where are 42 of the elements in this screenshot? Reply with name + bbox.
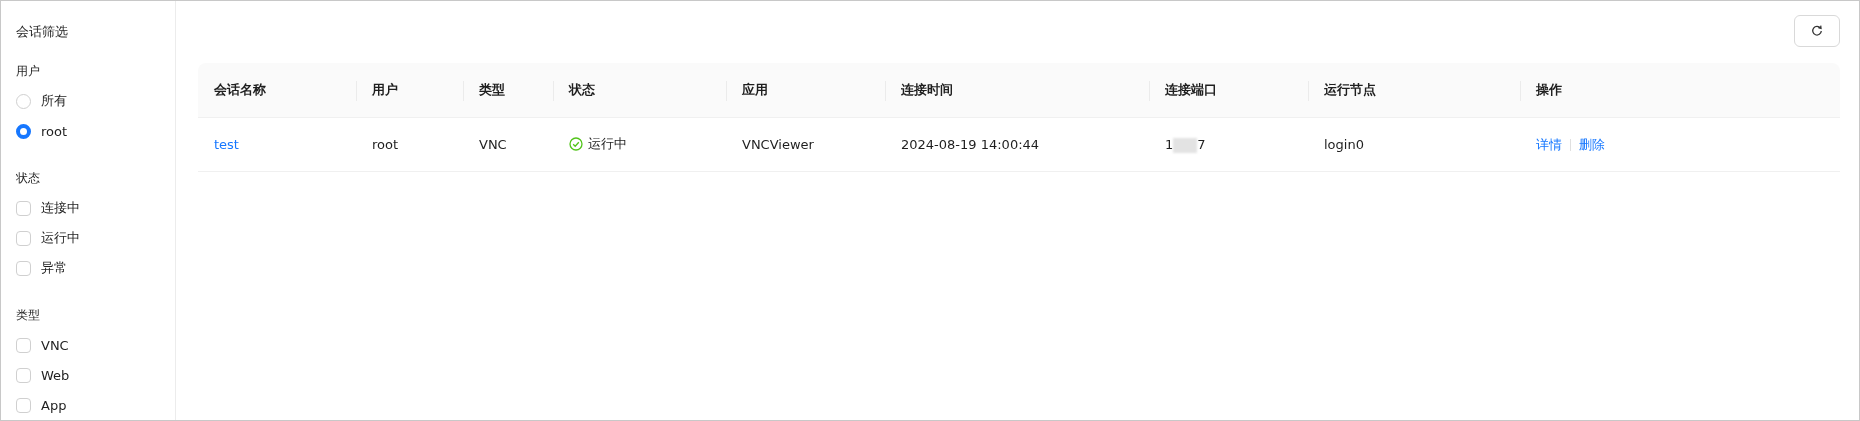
radio-button[interactable] <box>16 123 31 139</box>
option-label: 连接中 <box>41 199 80 217</box>
filter-group-label: 用户 <box>16 63 41 80</box>
column-header: 应用 <box>726 63 885 118</box>
filter-group-label: 状态 <box>16 170 41 187</box>
status-text: 运行中 <box>588 135 627 153</box>
table-cell: VNCViewer <box>742 137 814 152</box>
option-label: App <box>41 397 67 413</box>
table-cell: root <box>372 137 399 152</box>
checkbox[interactable] <box>16 397 31 413</box>
session-name-link[interactable]: test <box>214 137 239 152</box>
option-label: root <box>41 123 68 139</box>
action-link[interactable]: 删除 <box>1579 136 1605 152</box>
check-circle-icon <box>569 137 583 151</box>
option-label: 运行中 <box>41 229 80 247</box>
option-label: 所有 <box>41 92 67 110</box>
option-label: VNC <box>41 337 69 353</box>
action-link[interactable]: 详情 <box>1536 136 1562 152</box>
filter-group-label: 类型 <box>16 307 41 324</box>
port-start: 1 <box>1165 136 1174 152</box>
table-cell: login0 <box>1324 137 1364 152</box>
checkbox[interactable] <box>16 367 31 383</box>
table-cell: 2024-08-19 14:00:44 <box>901 137 1040 152</box>
filter-title: 会话筛选 <box>16 23 69 41</box>
checkbox[interactable] <box>16 230 31 246</box>
checkbox[interactable] <box>16 260 31 276</box>
column-header: 用户 <box>356 63 463 118</box>
column-header: 连接时间 <box>885 63 1149 118</box>
table-cell: VNC <box>479 137 507 152</box>
option-label: Web <box>41 367 70 383</box>
port-end: 7 <box>1197 136 1206 152</box>
column-header: 运行节点 <box>1308 63 1520 118</box>
column-header: 状态 <box>553 63 726 118</box>
checkbox[interactable] <box>16 337 31 353</box>
refresh-icon <box>1811 25 1823 37</box>
option-label: 异常 <box>41 259 67 277</box>
column-header: 类型 <box>463 63 553 118</box>
refresh-button[interactable] <box>1794 15 1840 47</box>
column-header: 操作 <box>1520 63 1840 118</box>
checkbox[interactable] <box>16 200 31 216</box>
column-header: 连接端口 <box>1149 63 1308 118</box>
column-header: 会话名称 <box>198 63 356 118</box>
